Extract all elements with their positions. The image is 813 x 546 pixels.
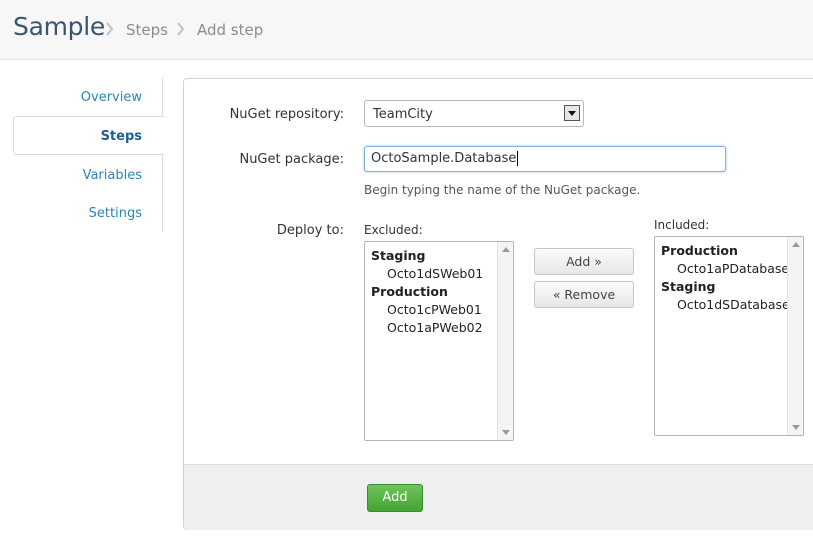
sidebar-item-settings[interactable]: Settings [89,206,142,221]
package-input[interactable]: OctoSample.Database [364,146,726,172]
breadcrumb-steps[interactable]: Steps [126,21,168,39]
text-cursor [517,151,519,166]
scrollbar[interactable] [787,237,803,435]
chevron-right-icon [176,22,186,36]
list-item[interactable]: Octo1dSDatabase [655,296,803,314]
sidebar-item-overview[interactable]: Overview [81,90,142,105]
repository-select-value: TeamCity [373,107,433,122]
add-step-submit-button[interactable]: Add [367,484,423,512]
chevron-down-icon[interactable] [564,105,580,121]
chevron-right-icon [105,22,115,36]
sidebar-item-variables[interactable]: Variables [83,168,142,183]
excluded-label: Excluded: [364,223,423,237]
package-help-text: Begin typing the name of the NuGet packa… [364,183,641,197]
excluded-machines-list[interactable]: Staging Octo1dSWeb01 Production Octo1cPW… [364,241,514,441]
add-machine-button[interactable]: Add » [534,248,634,275]
form-footer [184,464,813,530]
sidebar-nav: Overview Steps Variables Settings [0,78,164,232]
list-group-header[interactable]: Staging [365,247,513,265]
deploy-to-label: Deploy to: [276,223,344,238]
add-step-form-panel: NuGet repository: TeamCity NuGet package… [183,78,813,530]
page-header: Sample Steps Add step [0,0,813,60]
list-item[interactable]: Octo1aPDatabase [655,260,803,278]
list-group-header[interactable]: Staging [655,278,803,296]
remove-machine-button[interactable]: « Remove [534,281,634,308]
repository-label: NuGet repository: [229,107,344,122]
sidebar-item-steps[interactable]: Steps [101,129,142,144]
scroll-down-icon[interactable] [792,425,800,431]
scrollbar[interactable] [497,242,513,440]
list-item[interactable]: Octo1cPWeb01 [365,301,513,319]
scroll-down-icon[interactable] [502,430,510,436]
included-machines-list[interactable]: Production Octo1aPDatabase Staging Octo1… [654,236,804,436]
scroll-up-icon[interactable] [502,246,510,252]
package-label: NuGet package: [239,152,344,167]
breadcrumb-add-step: Add step [197,21,264,39]
list-item[interactable]: Octo1dSWeb01 [365,265,513,283]
scroll-up-icon[interactable] [792,241,800,247]
project-title[interactable]: Sample [13,12,105,41]
repository-select[interactable]: TeamCity [364,100,584,127]
included-label: Included: [654,218,710,232]
list-group-header[interactable]: Production [365,283,513,301]
list-group-header[interactable]: Production [655,242,803,260]
package-input-value: OctoSample.Database [371,151,517,166]
list-item[interactable]: Octo1aPWeb02 [365,319,513,337]
